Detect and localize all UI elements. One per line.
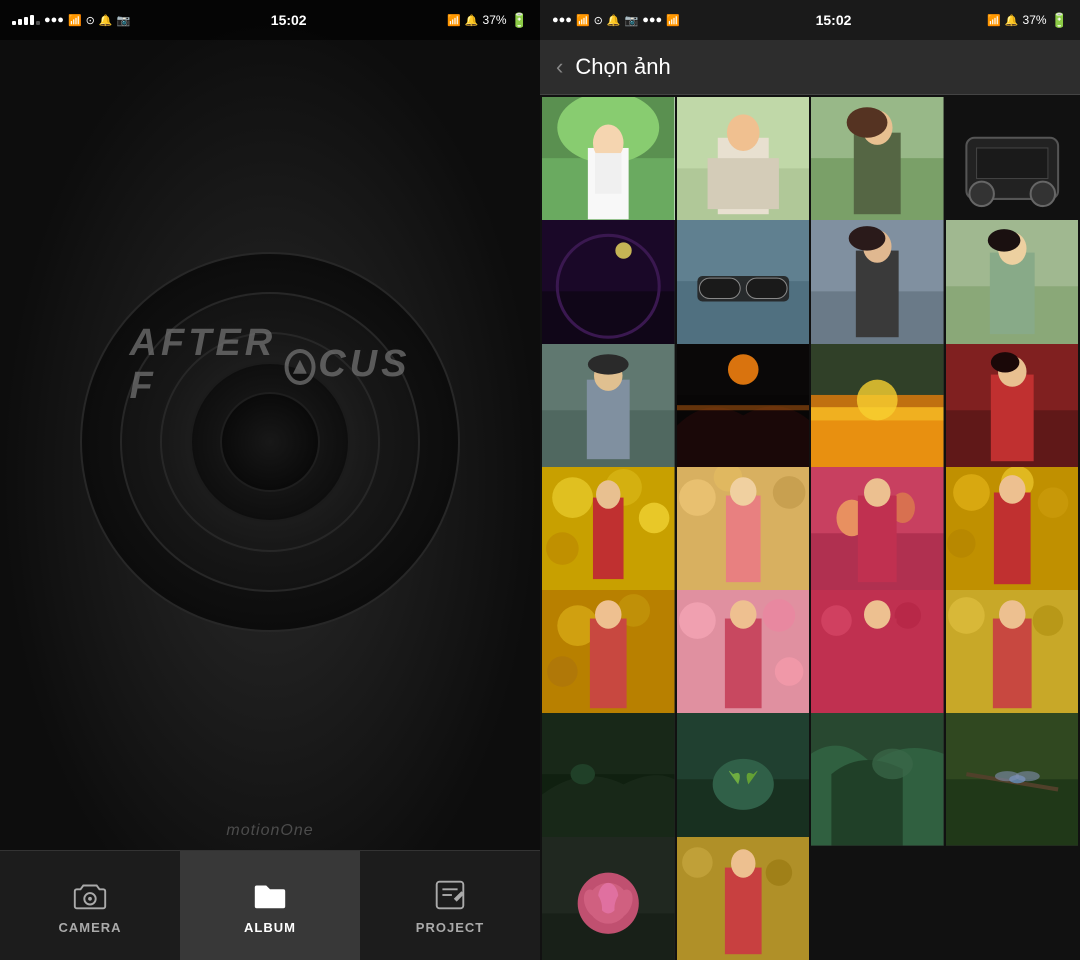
right-status-time: 15:02 (816, 12, 852, 28)
photo-cell[interactable] (542, 837, 675, 960)
nav-label-project: PROJECT (416, 920, 484, 935)
photo-cell[interactable] (811, 713, 944, 846)
left-battery-icons: 📶 🔔 37% 🔋 (447, 12, 528, 29)
left-status-time: 15:02 (271, 12, 307, 28)
photo-cell[interactable] (811, 344, 944, 477)
photo-cell[interactable] (677, 344, 810, 477)
photo-cell[interactable] (542, 220, 675, 353)
photo-cell[interactable] (677, 220, 810, 353)
app-title-text-cus: CUS (318, 343, 410, 386)
left-panel: ●●● 📶 ⊙ 🔔 📷 15:02 📶 🔔 37% 🔋 AFTER F CUS … (0, 0, 540, 960)
photo-cell[interactable] (946, 344, 1079, 477)
photo-cell[interactable] (946, 467, 1079, 600)
right-signal-icons: ●●● 📶 ⊙ 🔔 📷 ●●● 📶 (552, 14, 680, 27)
right-panel: ●●● 📶 ⊙ 🔔 📷 ●●● 📶 15:02 📶 🔔 37% 🔋 ‹ Chọn… (540, 0, 1080, 960)
photo-cell[interactable] (811, 97, 944, 230)
focus-lens-icon (285, 349, 316, 385)
photo-cell[interactable] (542, 97, 675, 230)
branding-label: motionOne (226, 822, 313, 840)
photo-cell[interactable] (811, 220, 944, 353)
left-signal-icons: ●●● 📶 ⊙ 🔔 📷 (12, 14, 130, 27)
bottom-navigation: CAMERA ALBUM PROJECT (0, 850, 540, 960)
photo-cell[interactable] (542, 467, 675, 600)
photo-cell[interactable] (811, 467, 944, 600)
photo-cell[interactable] (542, 590, 675, 723)
photo-cell[interactable] (946, 220, 1079, 353)
nav-item-camera[interactable]: CAMERA (0, 851, 180, 960)
app-title: AFTER F CUS (130, 322, 411, 408)
signal-dots (12, 15, 40, 25)
photo-cell[interactable] (946, 590, 1079, 723)
app-title-text-after: AFTER F (130, 322, 282, 408)
photo-grid (540, 95, 1080, 960)
photo-cell[interactable] (677, 467, 810, 600)
nav-label-camera: CAMERA (58, 920, 121, 935)
back-button[interactable]: ‹ (556, 54, 563, 80)
right-battery-icons: 📶 🔔 37% 🔋 (987, 12, 1068, 29)
left-battery-pct: 37% (483, 13, 507, 27)
photo-cell[interactable] (946, 97, 1079, 230)
photo-cell[interactable] (677, 590, 810, 723)
photo-cell[interactable] (542, 344, 675, 477)
lens-overlay (80, 252, 460, 632)
photo-cell[interactable] (811, 590, 944, 723)
nav-item-album[interactable]: ALBUM (180, 851, 360, 960)
nav-label-album: ALBUM (244, 920, 296, 935)
photo-cell[interactable] (946, 713, 1079, 846)
nav-item-project[interactable]: PROJECT (360, 851, 540, 960)
status-bar-left: ●●● 📶 ⊙ 🔔 📷 15:02 📶 🔔 37% 🔋 (0, 0, 540, 40)
folder-icon (251, 876, 289, 914)
page-title: Chọn ảnh (575, 54, 670, 80)
photo-cell[interactable] (542, 713, 675, 846)
right-battery-pct: 37% (1023, 13, 1047, 27)
right-header: ‹ Chọn ảnh (540, 40, 1080, 95)
photo-cell[interactable] (677, 837, 810, 960)
camera-icon (71, 876, 109, 914)
photo-cell[interactable] (677, 713, 810, 846)
edit-icon (431, 876, 469, 914)
photo-cell[interactable] (677, 97, 810, 230)
right-status-bar: ●●● 📶 ⊙ 🔔 📷 ●●● 📶 15:02 📶 🔔 37% 🔋 (540, 0, 1080, 40)
